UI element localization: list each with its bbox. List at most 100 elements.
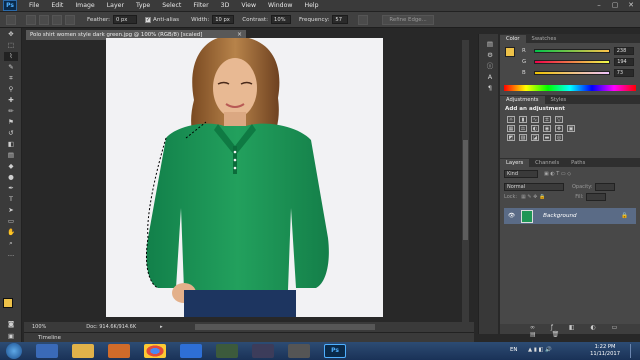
crop-tool-icon[interactable]: ⌗ [4, 74, 18, 83]
healing-brush-tool-icon[interactable]: ✚ [4, 96, 18, 105]
layers-footer-icons[interactable]: ∞ ƒ ◧ ◐ ▭ ▤ 🗑 [500, 324, 640, 338]
photo-filter-icon[interactable]: ◉ [543, 125, 551, 132]
paragraph-panel-icon[interactable]: ¶ [483, 84, 497, 93]
curves-icon[interactable]: ∿ [531, 116, 539, 123]
fill-input[interactable] [585, 193, 606, 201]
maximize-button[interactable]: ▢ [610, 1, 620, 10]
feather-input[interactable]: 0 px [113, 15, 138, 24]
history-panel-icon[interactable]: ▤ [483, 40, 497, 49]
menu-type[interactable]: Type [136, 2, 150, 9]
posterize-icon[interactable]: ▨ [519, 134, 527, 141]
intersect-selection-icon[interactable] [65, 14, 75, 25]
green-slider[interactable] [534, 59, 611, 64]
black-white-icon[interactable]: ◐ [531, 125, 539, 132]
tab-paths[interactable]: Paths [565, 159, 591, 167]
clone-stamp-tool-icon[interactable]: ⚑ [4, 118, 18, 127]
exposure-icon[interactable]: ± [543, 116, 551, 123]
video-taskbar-icon[interactable] [288, 344, 310, 358]
menu-layer[interactable]: Layer [107, 2, 124, 9]
minimize-button[interactable]: – [594, 1, 604, 10]
quick-select-tool-icon[interactable]: ✎ [4, 63, 18, 72]
menu-filter[interactable]: Filter [193, 2, 208, 9]
menu-window[interactable]: Window [268, 2, 292, 9]
brightness-contrast-icon[interactable]: ☼ [507, 116, 515, 123]
history-brush-tool-icon[interactable]: ↺ [4, 129, 18, 138]
tab-color[interactable]: Color [500, 35, 526, 43]
tab-swatches[interactable]: Swatches [526, 35, 563, 43]
gradient-tool-icon[interactable]: ▤ [4, 151, 18, 160]
menu-view[interactable]: View [241, 2, 256, 9]
chrome-taskbar-icon[interactable] [144, 344, 166, 358]
layer-name[interactable]: Background [543, 213, 577, 219]
language-indicator[interactable]: EN [510, 347, 517, 353]
invert-icon[interactable]: ◩ [507, 134, 515, 141]
layer-kind-select[interactable]: Kind [504, 170, 538, 178]
contrast-input[interactable]: 10% [271, 15, 292, 24]
menu-3d[interactable]: 3D [221, 2, 230, 9]
shape-tool-icon[interactable]: ▭ [4, 217, 18, 226]
opacity-input[interactable] [594, 182, 615, 191]
menu-help[interactable]: Help [304, 2, 318, 9]
gradient-map-icon[interactable]: ▬ [543, 134, 551, 141]
pen-tool-icon[interactable]: ✒ [4, 184, 18, 193]
lasso-tool-icon[interactable]: ⌇ [4, 52, 18, 61]
lock-icons[interactable]: ▦ ✎ ✥ 🔒 [521, 194, 545, 200]
taskbar-clock[interactable]: 1:22 PM 11/11/2017 [590, 344, 620, 358]
quick-mask-icon[interactable]: ◙ [4, 320, 18, 329]
zoom-tool-icon[interactable]: ⌕ [4, 239, 18, 248]
tab-channels[interactable]: Channels [529, 159, 565, 167]
character-panel-icon[interactable]: A [483, 73, 497, 82]
path-selection-tool-icon[interactable]: ➤ [4, 206, 18, 215]
vibrance-icon[interactable]: ▽ [555, 116, 563, 123]
blue-value[interactable]: 73 [613, 68, 634, 77]
subtract-selection-icon[interactable] [52, 14, 62, 25]
blue-slider[interactable] [533, 70, 610, 75]
media-player-taskbar-icon[interactable] [108, 344, 130, 358]
timeline-panel-tab[interactable]: Timeline [24, 332, 474, 342]
close-document-icon[interactable]: × [237, 31, 242, 38]
magnetic-lasso-icon[interactable] [6, 14, 16, 25]
menu-edit[interactable]: Edit [51, 2, 63, 9]
refine-edge-button[interactable]: Refine Edge... [382, 14, 434, 25]
color-balance-icon[interactable]: ⚖ [519, 125, 527, 132]
type-tool-icon[interactable]: T [4, 195, 18, 204]
red-slider[interactable] [533, 48, 610, 53]
levels-icon[interactable]: ▮ [519, 116, 527, 123]
channel-mixer-icon[interactable]: ❖ [555, 125, 563, 132]
info-panel-icon[interactable]: ⓘ [483, 62, 497, 71]
tab-styles[interactable]: Styles [545, 96, 573, 104]
color-spectrum-bar[interactable] [504, 85, 636, 91]
red-value[interactable]: 238 [613, 46, 634, 55]
document-image[interactable] [106, 38, 383, 317]
move-tool-icon[interactable]: ✥ [4, 30, 18, 39]
selective-color-icon[interactable]: ◎ [555, 134, 563, 141]
frequency-input[interactable]: 57 [332, 15, 349, 24]
brush-tool-icon[interactable]: ✏ [4, 107, 18, 116]
menu-file[interactable]: File [29, 2, 39, 9]
zoom-level[interactable]: 100% [32, 324, 46, 330]
blur-tool-icon[interactable]: ◆ [4, 162, 18, 171]
layer-background-row[interactable]: 👁 Background 🔒 [504, 208, 636, 224]
threshold-icon[interactable]: ◪ [531, 134, 539, 141]
blend-mode-select[interactable]: Normal [504, 182, 564, 191]
screen-mode-icon[interactable]: ▣ [4, 332, 18, 341]
layer-filter-icons[interactable]: ▣ ◐ T ▭ ◇ [544, 171, 571, 177]
vertical-scroll-thumb[interactable] [463, 140, 468, 240]
camtasia-taskbar-icon[interactable] [216, 344, 238, 358]
recorder-taskbar-icon[interactable] [252, 344, 274, 358]
word-taskbar-icon[interactable] [180, 344, 202, 358]
menu-select[interactable]: Select [162, 2, 181, 9]
tab-layers[interactable]: Layers [500, 159, 530, 167]
eraser-tool-icon[interactable]: ◧ [4, 140, 18, 149]
tab-adjustments[interactable]: Adjustments [500, 96, 545, 104]
close-button[interactable]: ✕ [626, 1, 636, 10]
hue-saturation-icon[interactable]: ▦ [507, 125, 515, 132]
horizontal-scrollbar[interactable] [195, 324, 375, 330]
hand-tool-icon[interactable]: ✋ [4, 228, 18, 237]
file-explorer-taskbar-icon[interactable] [72, 344, 94, 358]
tablet-pressure-icon[interactable] [358, 14, 369, 25]
color-lookup-icon[interactable]: ▣ [567, 125, 575, 132]
dodge-tool-icon[interactable]: ● [4, 173, 18, 182]
color-foreground-swatch[interactable] [505, 47, 515, 57]
tray-icons[interactable]: ▲ ▮ ◧ 🔊 [528, 347, 552, 353]
